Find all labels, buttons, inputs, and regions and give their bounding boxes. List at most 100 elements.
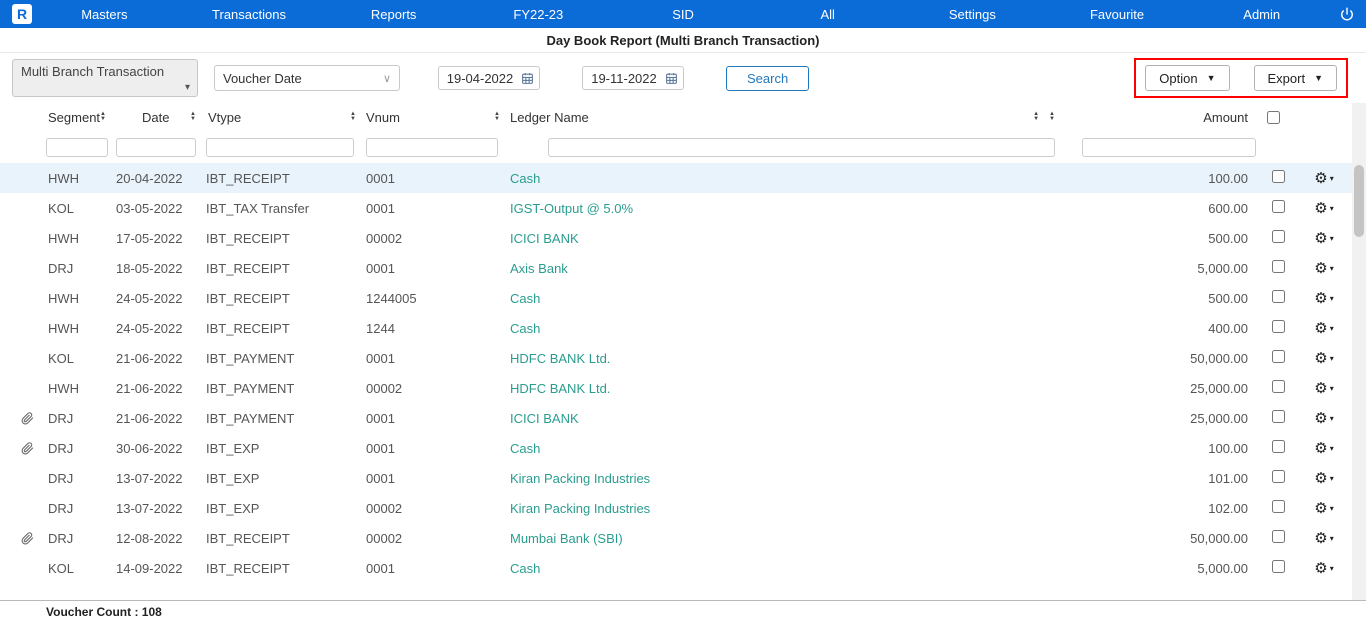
ledger-link[interactable]: Cash xyxy=(510,291,540,306)
row-checkbox[interactable] xyxy=(1272,350,1285,363)
row-checkbox[interactable] xyxy=(1272,260,1285,273)
ledger-link[interactable]: HDFC BANK Ltd. xyxy=(510,381,610,396)
header-amount[interactable]: Amount xyxy=(1065,110,1260,125)
ledger-link[interactable]: HDFC BANK Ltd. xyxy=(510,351,610,366)
ledger-link[interactable]: ICICI BANK xyxy=(510,411,579,426)
ledger-link[interactable]: Cash xyxy=(510,321,540,336)
table-row[interactable]: KOL 03-05-2022 IBT_TAX Transfer 0001 IGS… xyxy=(0,193,1366,223)
nav-item-masters[interactable]: Masters xyxy=(32,7,177,22)
ledger-link[interactable]: IGST-Output @ 5.0% xyxy=(510,201,633,216)
table-row[interactable]: DRJ 21-06-2022 IBT_PAYMENT 0001 ICICI BA… xyxy=(0,403,1366,433)
row-checkbox[interactable] xyxy=(1272,290,1285,303)
filter-vnum-input[interactable] xyxy=(366,138,498,157)
date-field-select[interactable]: Voucher Date ∨ xyxy=(214,65,400,91)
export-button[interactable]: Export ▼ xyxy=(1254,65,1338,91)
row-actions-gear-icon[interactable]: ⚙ ▾ xyxy=(1296,471,1352,486)
row-actions-gear-icon[interactable]: ⚙ ▾ xyxy=(1296,501,1352,516)
power-logout-icon[interactable] xyxy=(1340,7,1354,21)
cell-date: 03-05-2022 xyxy=(116,201,206,216)
row-checkbox[interactable] xyxy=(1272,320,1285,333)
calendar-icon[interactable] xyxy=(521,72,534,85)
nav-item-favourite[interactable]: Favourite xyxy=(1045,7,1190,22)
nav-item-admin[interactable]: Admin xyxy=(1189,7,1334,22)
row-actions-gear-icon[interactable]: ⚙ ▾ xyxy=(1296,201,1352,216)
table-row[interactable]: DRJ 18-05-2022 IBT_RECEIPT 0001 Axis Ban… xyxy=(0,253,1366,283)
filter-ledger-input[interactable] xyxy=(548,138,1055,157)
header-vtype[interactable]: Vtype ▲▼ xyxy=(206,110,366,125)
row-checkbox[interactable] xyxy=(1272,380,1285,393)
sort-icon[interactable]: ▲▼ xyxy=(350,112,356,122)
row-actions-gear-icon[interactable]: ⚙ ▾ xyxy=(1296,261,1352,276)
nav-item-all[interactable]: All xyxy=(755,7,900,22)
row-actions-gear-icon[interactable]: ⚙ ▾ xyxy=(1296,441,1352,456)
row-checkbox[interactable] xyxy=(1272,230,1285,243)
row-actions-gear-icon[interactable]: ⚙ ▾ xyxy=(1296,561,1352,576)
calendar-icon[interactable] xyxy=(665,72,678,85)
cell-date: 24-05-2022 xyxy=(116,321,206,336)
nav-item-fy22-23[interactable]: FY22-23 xyxy=(466,7,611,22)
table-row[interactable]: HWH 24-05-2022 IBT_RECEIPT 1244005 Cash … xyxy=(0,283,1366,313)
row-actions-gear-icon[interactable]: ⚙ ▾ xyxy=(1296,351,1352,366)
ledger-link[interactable]: Kiran Packing Industries xyxy=(510,501,650,516)
table-row[interactable]: HWH 24-05-2022 IBT_RECEIPT 1244 Cash 400… xyxy=(0,313,1366,343)
header-date[interactable]: Date ▲▼ xyxy=(116,110,206,125)
row-actions-gear-icon[interactable]: ⚙ ▾ xyxy=(1296,411,1352,426)
table-row[interactable]: DRJ 13-07-2022 IBT_EXP 00002 Kiran Packi… xyxy=(0,493,1366,523)
ledger-link[interactable]: Cash xyxy=(510,441,540,456)
table-row[interactable]: KOL 21-06-2022 IBT_PAYMENT 0001 HDFC BAN… xyxy=(0,343,1366,373)
row-checkbox[interactable] xyxy=(1272,560,1285,573)
table-row[interactable]: DRJ 13-07-2022 IBT_EXP 0001 Kiran Packin… xyxy=(0,463,1366,493)
app-logo[interactable]: R xyxy=(12,4,32,24)
to-date-input[interactable] xyxy=(587,70,661,87)
header-segment[interactable]: Segment ▲▼ xyxy=(44,110,116,125)
filter-vtype-input[interactable] xyxy=(206,138,354,157)
nav-item-sid[interactable]: SID xyxy=(611,7,756,22)
nav-item-reports[interactable]: Reports xyxy=(321,7,466,22)
table-row[interactable]: DRJ 30-06-2022 IBT_EXP 0001 Cash 100.00 … xyxy=(0,433,1366,463)
row-actions-gear-icon[interactable]: ⚙ ▾ xyxy=(1296,381,1352,396)
filter-segment-input[interactable] xyxy=(46,138,108,157)
vertical-scrollbar[interactable] xyxy=(1352,103,1366,600)
row-actions-gear-icon[interactable]: ⚙ ▾ xyxy=(1296,321,1352,336)
row-actions-gear-icon[interactable]: ⚙ ▾ xyxy=(1296,531,1352,546)
table-row[interactable]: KOL 14-09-2022 IBT_RECEIPT 0001 Cash 5,0… xyxy=(0,553,1366,583)
table-row[interactable]: HWH 20-04-2022 IBT_RECEIPT 0001 Cash 100… xyxy=(0,163,1366,193)
row-actions-gear-icon[interactable]: ⚙ ▾ xyxy=(1296,291,1352,306)
row-checkbox[interactable] xyxy=(1272,200,1285,213)
ledger-link[interactable]: Mumbai Bank (SBI) xyxy=(510,531,623,546)
row-checkbox[interactable] xyxy=(1272,170,1285,183)
chevron-down-icon: ▾ xyxy=(1330,234,1334,243)
option-button[interactable]: Option ▼ xyxy=(1145,65,1229,91)
row-checkbox[interactable] xyxy=(1272,500,1285,513)
row-checkbox[interactable] xyxy=(1272,440,1285,453)
ledger-link[interactable]: Cash xyxy=(510,561,540,576)
sort-icon[interactable]: ▲▼ xyxy=(100,112,106,122)
search-button[interactable]: Search xyxy=(726,66,809,91)
row-checkbox[interactable] xyxy=(1272,410,1285,423)
table-row[interactable]: HWH 17-05-2022 IBT_RECEIPT 00002 ICICI B… xyxy=(0,223,1366,253)
row-actions-gear-icon[interactable]: ⚙ ▾ xyxy=(1296,171,1352,186)
header-vnum[interactable]: Vnum ▲▼ xyxy=(366,110,510,125)
scrollbar-thumb[interactable] xyxy=(1354,165,1364,237)
header-ledger-name[interactable]: Ledger Name ▲▼ ▲▼ xyxy=(510,110,1065,125)
sort-icon[interactable]: ▲▼ xyxy=(190,112,196,122)
nav-item-transactions[interactable]: Transactions xyxy=(177,7,322,22)
filter-date-input[interactable] xyxy=(116,138,196,157)
select-all-checkbox[interactable] xyxy=(1267,111,1280,124)
ledger-link[interactable]: Axis Bank xyxy=(510,261,568,276)
filter-amount-input[interactable] xyxy=(1082,138,1256,157)
ledger-link[interactable]: Kiran Packing Industries xyxy=(510,471,650,486)
ledger-link[interactable]: Cash xyxy=(510,171,540,186)
table-row[interactable]: DRJ 12-08-2022 IBT_RECEIPT 00002 Mumbai … xyxy=(0,523,1366,553)
row-checkbox[interactable] xyxy=(1272,470,1285,483)
sort-icon[interactable]: ▲▼ xyxy=(1049,112,1055,122)
ledger-link[interactable]: ICICI BANK xyxy=(510,231,579,246)
table-row[interactable]: HWH 21-06-2022 IBT_PAYMENT 00002 HDFC BA… xyxy=(0,373,1366,403)
from-date-input[interactable] xyxy=(443,70,517,87)
nav-item-settings[interactable]: Settings xyxy=(900,7,1045,22)
row-actions-gear-icon[interactable]: ⚙ ▾ xyxy=(1296,231,1352,246)
report-type-select[interactable]: Multi Branch Transaction ▾ xyxy=(12,59,198,97)
sort-icon[interactable]: ▲▼ xyxy=(494,112,500,122)
sort-icon[interactable]: ▲▼ xyxy=(1033,112,1039,122)
row-checkbox[interactable] xyxy=(1272,530,1285,543)
